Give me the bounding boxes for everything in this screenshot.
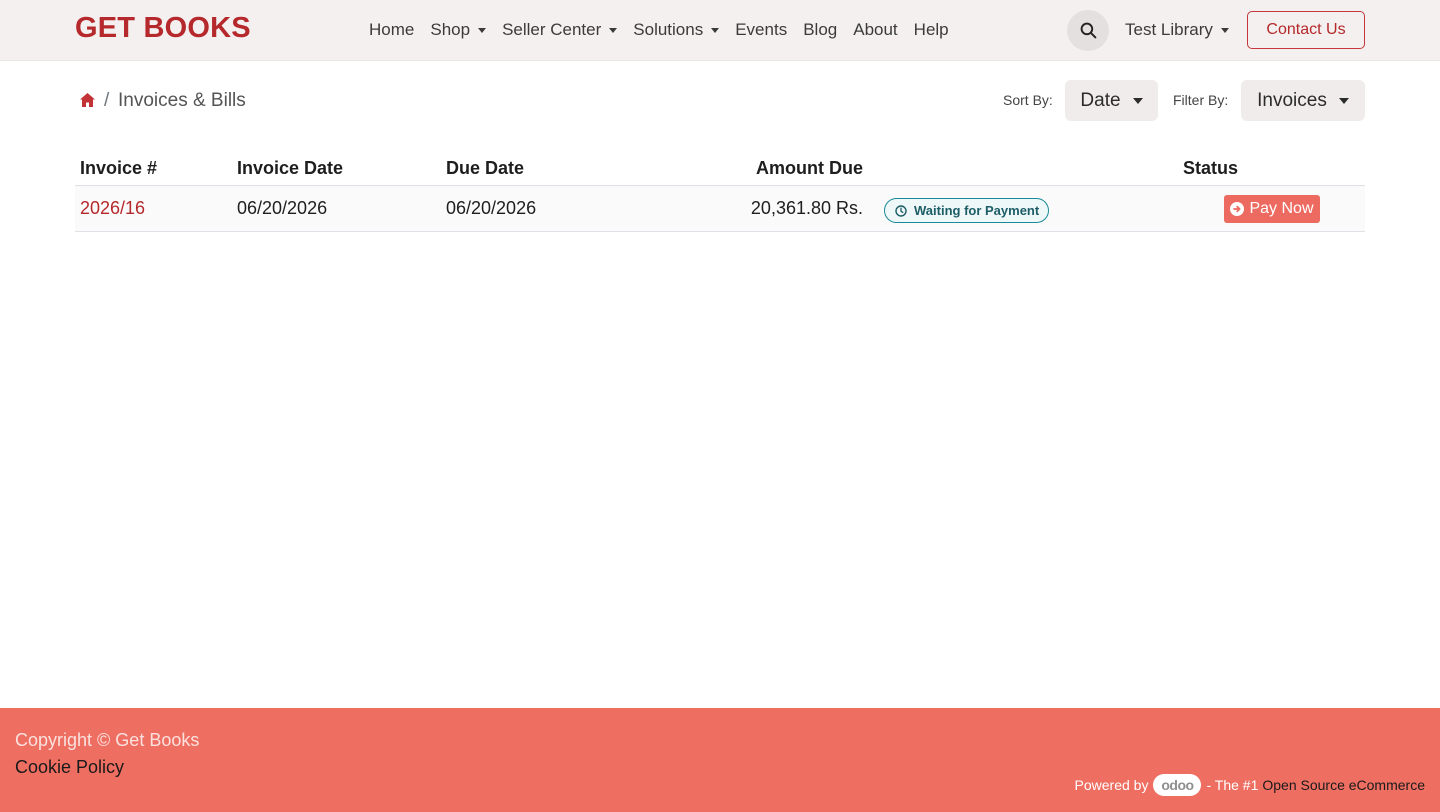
invoice-date: 06/20/2026: [237, 198, 328, 218]
nav-item-blog[interactable]: Blog: [795, 20, 845, 40]
caret-down-icon: [1132, 97, 1143, 104]
nav-item-home[interactable]: Home: [361, 20, 422, 40]
main-nav: Home Shop Seller Center Solutions Events…: [361, 0, 957, 60]
contact-us-button[interactable]: Contact Us: [1247, 11, 1365, 49]
arrow-circle-right-icon: [1230, 202, 1245, 216]
nav-item-shop[interactable]: Shop: [422, 20, 494, 40]
status-badge: Waiting for Payment: [884, 198, 1050, 223]
sort-value: Date: [1080, 89, 1121, 111]
powered-by-text: Powered by: [1074, 777, 1149, 793]
brand-logo[interactable]: GET BOOKS: [75, 12, 251, 45]
the-number-one-text: - The #1: [1206, 777, 1259, 793]
caret-down-icon: [1338, 97, 1349, 104]
user-menu-label: Test Library: [1125, 20, 1213, 39]
pay-now-label: Pay Now: [1249, 200, 1314, 217]
filter-by-label: Filter By:: [1173, 92, 1229, 108]
powered-by: Powered by odoo - The #1 Open Source eCo…: [1075, 774, 1425, 796]
nav-label: About: [853, 20, 898, 39]
amount-due: 20,361.80 Rs.: [750, 198, 863, 218]
filter-by-dropdown[interactable]: Invoices: [1241, 80, 1365, 121]
table-row: 2026/16 06/20/2026 06/20/2026 20,361.80 …: [75, 186, 1365, 232]
nav-label: Help: [913, 20, 949, 39]
nav-item-help[interactable]: Help: [906, 20, 957, 40]
status-badge-label: Waiting for Payment: [914, 203, 1040, 218]
odoo-logo[interactable]: odoo: [1153, 774, 1202, 796]
caret-down-icon: [478, 27, 487, 33]
clock-icon: [895, 204, 907, 217]
invoices-table: Invoice # Invoice Date Due Date Amount D…: [75, 150, 1365, 232]
sort-by-dropdown[interactable]: Date: [1065, 80, 1158, 121]
cookie-policy-link[interactable]: Cookie Policy: [15, 757, 124, 778]
breadcrumb-current: Invoices & Bills: [118, 90, 246, 111]
nav-label: Shop: [430, 20, 471, 39]
header-status: Status: [1183, 158, 1239, 178]
header-due-date: Due Date: [446, 158, 525, 178]
due-date: 06/20/2026: [446, 198, 537, 218]
nav-label: Solutions: [633, 20, 704, 39]
search-button[interactable]: [1067, 10, 1109, 51]
nav-label: Seller Center: [502, 20, 602, 39]
nav-item-about[interactable]: About: [845, 20, 905, 40]
home-icon[interactable]: [79, 92, 96, 108]
open-source-ecommerce-link[interactable]: Open Source eCommerce: [1262, 777, 1425, 793]
nav-label: Home: [369, 20, 415, 39]
header-amount-due: Amount Due: [756, 158, 863, 178]
breadcrumb-separator: /: [104, 90, 110, 111]
user-menu-dropdown[interactable]: Test Library: [1125, 0, 1229, 60]
sort-by-label: Sort By:: [1003, 92, 1053, 108]
caret-down-icon: [711, 27, 720, 33]
filter-value: Invoices: [1257, 89, 1327, 111]
nav-item-events[interactable]: Events: [727, 20, 795, 40]
copyright-text: Copyright © Get Books: [15, 730, 200, 750]
pay-now-button[interactable]: Pay Now: [1224, 195, 1320, 223]
nav-label: Blog: [803, 20, 838, 39]
nav-label: Events: [735, 20, 788, 39]
search-icon: [1080, 22, 1096, 39]
nav-item-seller-center[interactable]: Seller Center: [494, 20, 625, 40]
page-footer: Copyright © Get Books Cookie Policy Powe…: [0, 708, 1440, 812]
caret-down-icon: [609, 27, 618, 33]
caret-down-icon: [1220, 27, 1229, 33]
header-invoice-date: Invoice Date: [237, 158, 344, 178]
top-navbar: GET BOOKS Home Shop Seller Center Soluti…: [0, 0, 1440, 61]
table-header: Invoice # Invoice Date Due Date Amount D…: [75, 150, 1365, 186]
nav-item-solutions[interactable]: Solutions: [625, 20, 727, 40]
header-invoice-number: Invoice #: [80, 158, 158, 178]
invoice-number-link[interactable]: 2026/16: [80, 198, 145, 219]
